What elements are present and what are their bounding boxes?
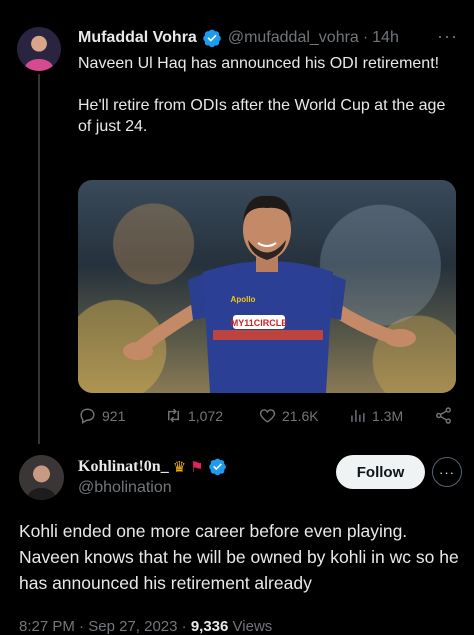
tweet-media-image[interactable]: MY11CIRCLE Apollo	[78, 180, 456, 393]
reply-header: Kohlinat!0n_ ♛ ⚑	[78, 457, 233, 476]
crown-icon: ♛	[172, 458, 187, 476]
reply-text: Kohli ended one more career before even …	[19, 521, 459, 593]
flag-icon: ⚑	[190, 458, 204, 476]
more-options-icon[interactable]: ···	[437, 26, 458, 47]
thread-line	[38, 74, 40, 444]
reply-button[interactable]: 921	[78, 406, 125, 425]
reply-count: 921	[102, 407, 126, 424]
separator-dot: ·	[181, 618, 187, 635]
tweet-header: Mufaddal Vohra @mufaddal_vohra · 14h ···	[78, 26, 458, 48]
tweet-text-line1: Naveen Ul Haq has announced his ODI reti…	[78, 55, 440, 72]
tweet-timestamp[interactable]: 14h	[372, 29, 399, 47]
reply-author-handle[interactable]: @bholination	[78, 479, 172, 497]
reply-icon	[80, 408, 95, 424]
retweet-button[interactable]: 1,072	[164, 406, 223, 425]
retweet-icon	[168, 408, 179, 423]
reply-time[interactable]: 8:27 PM	[19, 618, 75, 635]
tweet-text-line2: He'll retire from ODIs after the World C…	[78, 97, 446, 135]
retweet-count: 1,072	[188, 407, 224, 424]
share-icon	[436, 407, 451, 424]
author-handle[interactable]: @mufaddal_vohra	[228, 29, 359, 47]
reply-author-avatar[interactable]	[19, 455, 64, 500]
player-photo: MY11CIRCLE Apollo	[123, 195, 416, 393]
reply-meta: 8:27 PM · Sep 27, 2023 · 9,336 Views	[19, 618, 272, 635]
separator-dot: ·	[79, 618, 85, 635]
analytics-icon	[351, 409, 365, 422]
reply-views-count: 9,336	[190, 618, 229, 635]
like-button[interactable]: 21.6K	[258, 406, 319, 425]
follow-button[interactable]: Follow	[336, 455, 425, 489]
verified-badge-icon	[208, 458, 226, 476]
views-button[interactable]: 1.3M	[348, 406, 403, 425]
verified-badge-icon	[203, 29, 221, 48]
reply-views-label: Views	[232, 618, 273, 635]
tweet-actions-bar: 921 1,072 21.6K 1.3M	[78, 406, 458, 430]
author-name[interactable]: Mufaddal Vohra	[78, 29, 197, 47]
separator-dot: ·	[362, 29, 369, 46]
reply-date[interactable]: Sep 27, 2023	[88, 618, 177, 635]
more-options-icon[interactable]: ···	[432, 457, 462, 487]
heart-icon	[259, 409, 276, 423]
jersey-logo-text: Apollo	[231, 295, 256, 304]
like-count: 21.6K	[282, 407, 319, 424]
jersey-sponsor-text: MY11CIRCLE	[231, 318, 288, 328]
views-count: 1.3M	[372, 407, 404, 424]
author-avatar[interactable]	[17, 27, 61, 71]
tweet-body: Naveen Ul Haq has announced his ODI reti…	[78, 53, 458, 158]
reply-author-name[interactable]: Kohlinat!0n_	[78, 458, 169, 476]
share-button[interactable]	[434, 406, 458, 425]
